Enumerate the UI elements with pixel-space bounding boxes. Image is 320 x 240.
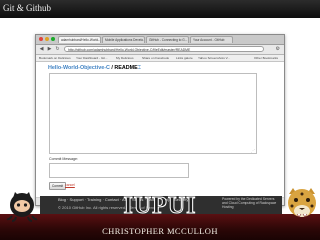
forward-arrow-icon[interactable]: ▶ bbox=[46, 46, 53, 53]
address-bar[interactable]: http://github.com/adamhubbard/Hello-Worl… bbox=[64, 46, 264, 52]
file-path-title: Hello-World-Objective-C / README⌶ bbox=[48, 65, 141, 72]
back-arrow-icon[interactable]: ◀ bbox=[38, 46, 45, 53]
jaguar-mascot-icon bbox=[288, 188, 316, 218]
repo-link[interactable]: Hello-World-Objective-C bbox=[48, 65, 110, 71]
file-editor-textarea[interactable]: ⋰ bbox=[49, 73, 257, 154]
commit-message-label: Commit Message: bbox=[49, 157, 78, 161]
zoom-window-button[interactable] bbox=[51, 37, 55, 41]
iupui-logo: IUPUI bbox=[123, 193, 197, 220]
author-name: CHRISTOPHER MCCULLOH bbox=[102, 226, 218, 236]
minimize-window-button[interactable] bbox=[45, 37, 49, 41]
page-content: Hello-World-Objective-C / README⌶ ⋰ Comm… bbox=[36, 62, 284, 205]
reload-icon[interactable]: ↻ bbox=[54, 46, 61, 53]
bookmark-item[interactable]: My Delicious bbox=[116, 55, 134, 61]
bookmark-item[interactable]: Bookmark on Delicious bbox=[39, 55, 71, 61]
slide-title: Git & Github bbox=[3, 3, 52, 13]
bookmark-item[interactable]: Other Bookmarks bbox=[254, 55, 278, 61]
browser-window: adamhubbard/Hello-World-... Mobile Appli… bbox=[35, 34, 285, 206]
cancel-link[interactable]: cancel bbox=[65, 183, 75, 187]
bookmark-item[interactable]: Your Dashboard - Git... bbox=[76, 55, 108, 61]
commit-message-input[interactable] bbox=[49, 163, 189, 178]
slide-header: Git & Github bbox=[0, 0, 320, 18]
wrench-icon[interactable]: ⚙ bbox=[276, 46, 280, 53]
browser-tabstrip: adamhubbard/Hello-World-... Mobile Appli… bbox=[36, 35, 284, 45]
browser-tab[interactable]: GitHub - Connecting to G... bbox=[146, 36, 189, 43]
browser-tab[interactable]: Your Account - GitHub bbox=[190, 36, 233, 43]
browser-tab[interactable]: adamhubbard/Hello-World-... bbox=[58, 36, 101, 43]
browser-toolbar: ◀ ▶ ↻ http://github.com/adamhubbard/Hell… bbox=[36, 45, 284, 55]
close-window-button[interactable] bbox=[39, 37, 43, 41]
bookmarks-bar: Bookmark on Delicious Your Dashboard - G… bbox=[36, 55, 284, 62]
text-cursor-icon: ⌶ bbox=[137, 65, 142, 71]
browser-tab[interactable]: Mobile Applications Develo... bbox=[102, 36, 145, 43]
octocat-icon bbox=[6, 192, 38, 222]
window-controls bbox=[39, 37, 55, 41]
bookmark-item[interactable]: Share on Facebook bbox=[142, 55, 169, 61]
file-name: README bbox=[114, 65, 138, 71]
bookmark-item[interactable]: Links galore bbox=[176, 55, 193, 61]
bookmark-item[interactable]: Yahoo Screenshots V... bbox=[198, 55, 230, 61]
commit-button[interactable]: Commit bbox=[49, 182, 66, 190]
resize-grip-icon[interactable]: ⋰ bbox=[251, 149, 255, 153]
